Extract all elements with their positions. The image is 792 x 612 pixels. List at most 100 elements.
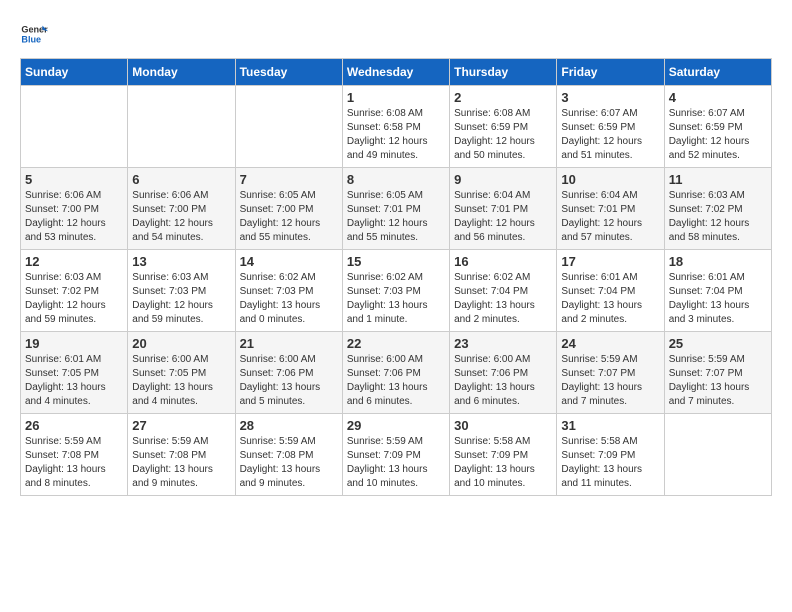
calendar-week-row: 12 Sunrise: 6:03 AM Sunset: 7:02 PM Dayli… bbox=[21, 250, 772, 332]
day-number: 14 bbox=[240, 254, 338, 269]
calendar-cell: 19Sunrise: 6:01 AM Sunset: 7:05 PM Dayli… bbox=[21, 332, 128, 414]
day-info: Sunrise: 6:01 AM Sunset: 7:05 PM Dayligh… bbox=[25, 353, 123, 409]
day-number: 1 bbox=[347, 90, 445, 105]
day-info: Sunrise: 6:01 AM Sunset: 7:04 PM Dayligh… bbox=[669, 271, 767, 327]
day-number: 6 bbox=[132, 172, 230, 187]
day-number: 4 bbox=[669, 90, 767, 105]
calendar-cell: 20 Sunrise: 6:00 AM Sunset: 7:05 PM Dayli… bbox=[128, 332, 235, 414]
calendar-cell: 28 Sunrise: 5:59 AM Sunset: 7:08 PM Dayli… bbox=[235, 414, 342, 496]
calendar-cell: 21 Sunrise: 6:00 AM Sunset: 7:06 PM Dayli… bbox=[235, 332, 342, 414]
calendar-cell bbox=[21, 86, 128, 168]
day-info: Sunrise: 6:00 AM Sunset: 7:06 PM Dayligh… bbox=[454, 353, 552, 409]
day-info: Sunrise: 6:07 AM Sunset: 6:59 PM Dayligh… bbox=[561, 107, 659, 163]
calendar-cell: 3 Sunrise: 6:07 AM Sunset: 6:59 PM Daylig… bbox=[557, 86, 664, 168]
day-info: Sunrise: 6:03 AM Sunset: 7:02 PM Dayligh… bbox=[25, 271, 123, 327]
calendar-cell: 15 Sunrise: 6:02 AM Sunset: 7:03 PM Dayli… bbox=[342, 250, 449, 332]
calendar-cell: 29Sunrise: 5:59 AM Sunset: 7:09 PM Dayli… bbox=[342, 414, 449, 496]
logo-icon: General Blue bbox=[20, 20, 48, 48]
calendar-cell bbox=[235, 86, 342, 168]
day-info: Sunrise: 5:58 AM Sunset: 7:09 PM Dayligh… bbox=[561, 435, 659, 491]
calendar-cell: 30Sunrise: 5:58 AM Sunset: 7:09 PM Dayli… bbox=[450, 414, 557, 496]
calendar-week-row: 1 Sunrise: 6:08 AM Sunset: 6:58 PM Daylig… bbox=[21, 86, 772, 168]
day-info: Sunrise: 6:07 AM Sunset: 6:59 PM Dayligh… bbox=[669, 107, 767, 163]
calendar-week-row: 26 Sunrise: 5:59 AM Sunset: 7:08 PM Dayli… bbox=[21, 414, 772, 496]
day-info: Sunrise: 6:04 AM Sunset: 7:01 PM Dayligh… bbox=[561, 189, 659, 245]
calendar-cell: 2Sunrise: 6:08 AM Sunset: 6:59 PM Daylig… bbox=[450, 86, 557, 168]
logo: General Blue bbox=[20, 20, 48, 48]
calendar-cell: 31 Sunrise: 5:58 AM Sunset: 7:09 PM Dayli… bbox=[557, 414, 664, 496]
day-number: 16 bbox=[454, 254, 552, 269]
day-info: Sunrise: 6:06 AM Sunset: 7:00 PM Dayligh… bbox=[132, 189, 230, 245]
calendar-week-row: 5 Sunrise: 6:06 AM Sunset: 7:00 PM Daylig… bbox=[21, 168, 772, 250]
day-number: 22 bbox=[347, 336, 445, 351]
day-number: 24 bbox=[561, 336, 659, 351]
day-info: Sunrise: 6:00 AM Sunset: 7:06 PM Dayligh… bbox=[347, 353, 445, 409]
day-number: 2 bbox=[454, 90, 552, 105]
day-number: 12 bbox=[25, 254, 123, 269]
day-number: 3 bbox=[561, 90, 659, 105]
calendar-cell bbox=[664, 414, 771, 496]
day-number: 21 bbox=[240, 336, 338, 351]
day-number: 28 bbox=[240, 418, 338, 433]
calendar-table: Sunday Monday Tuesday Wednesday Thursday… bbox=[20, 58, 772, 496]
calendar-cell: 7Sunrise: 6:05 AM Sunset: 7:00 PM Daylig… bbox=[235, 168, 342, 250]
day-number: 15 bbox=[347, 254, 445, 269]
day-info: Sunrise: 6:00 AM Sunset: 7:06 PM Dayligh… bbox=[240, 353, 338, 409]
header-monday: Monday bbox=[128, 59, 235, 86]
day-info: Sunrise: 6:03 AM Sunset: 7:03 PM Dayligh… bbox=[132, 271, 230, 327]
day-number: 10 bbox=[561, 172, 659, 187]
header-friday: Friday bbox=[557, 59, 664, 86]
day-info: Sunrise: 6:02 AM Sunset: 7:03 PM Dayligh… bbox=[240, 271, 338, 327]
svg-text:Blue: Blue bbox=[21, 34, 41, 44]
page-header: General Blue bbox=[20, 20, 772, 48]
calendar-cell: 12 Sunrise: 6:03 AM Sunset: 7:02 PM Dayli… bbox=[21, 250, 128, 332]
calendar-cell: 13Sunrise: 6:03 AM Sunset: 7:03 PM Dayli… bbox=[128, 250, 235, 332]
calendar-cell: 16 Sunrise: 6:02 AM Sunset: 7:04 PM Dayli… bbox=[450, 250, 557, 332]
day-number: 25 bbox=[669, 336, 767, 351]
day-number: 11 bbox=[669, 172, 767, 187]
day-info: Sunrise: 5:59 AM Sunset: 7:07 PM Dayligh… bbox=[669, 353, 767, 409]
calendar-cell: 1 Sunrise: 6:08 AM Sunset: 6:58 PM Daylig… bbox=[342, 86, 449, 168]
calendar-cell: 10 Sunrise: 6:04 AM Sunset: 7:01 PM Dayli… bbox=[557, 168, 664, 250]
day-number: 31 bbox=[561, 418, 659, 433]
day-number: 18 bbox=[669, 254, 767, 269]
day-number: 17 bbox=[561, 254, 659, 269]
day-info: Sunrise: 6:01 AM Sunset: 7:04 PM Dayligh… bbox=[561, 271, 659, 327]
day-info: Sunrise: 5:59 AM Sunset: 7:08 PM Dayligh… bbox=[132, 435, 230, 491]
calendar-cell: 27 Sunrise: 5:59 AM Sunset: 7:08 PM Dayli… bbox=[128, 414, 235, 496]
calendar-cell: 9Sunrise: 6:04 AM Sunset: 7:01 PM Daylig… bbox=[450, 168, 557, 250]
day-info: Sunrise: 5:59 AM Sunset: 7:07 PM Dayligh… bbox=[561, 353, 659, 409]
day-info: Sunrise: 6:05 AM Sunset: 7:01 PM Dayligh… bbox=[347, 189, 445, 245]
day-number: 5 bbox=[25, 172, 123, 187]
header-wednesday: Wednesday bbox=[342, 59, 449, 86]
calendar-cell: 5 Sunrise: 6:06 AM Sunset: 7:00 PM Daylig… bbox=[21, 168, 128, 250]
day-number: 26 bbox=[25, 418, 123, 433]
day-number: 8 bbox=[347, 172, 445, 187]
day-number: 23 bbox=[454, 336, 552, 351]
calendar-cell: 11 Sunrise: 6:03 AM Sunset: 7:02 PM Dayli… bbox=[664, 168, 771, 250]
calendar-cell: 25 Sunrise: 5:59 AM Sunset: 7:07 PM Dayli… bbox=[664, 332, 771, 414]
calendar-cell: 22 Sunrise: 6:00 AM Sunset: 7:06 PM Dayli… bbox=[342, 332, 449, 414]
calendar-cell: 23 Sunrise: 6:00 AM Sunset: 7:06 PM Dayli… bbox=[450, 332, 557, 414]
day-info: Sunrise: 6:08 AM Sunset: 6:58 PM Dayligh… bbox=[347, 107, 445, 163]
day-info: Sunrise: 6:04 AM Sunset: 7:01 PM Dayligh… bbox=[454, 189, 552, 245]
day-info: Sunrise: 6:00 AM Sunset: 7:05 PM Dayligh… bbox=[132, 353, 230, 409]
day-info: Sunrise: 5:59 AM Sunset: 7:08 PM Dayligh… bbox=[25, 435, 123, 491]
day-info: Sunrise: 6:02 AM Sunset: 7:03 PM Dayligh… bbox=[347, 271, 445, 327]
calendar-week-row: 19Sunrise: 6:01 AM Sunset: 7:05 PM Dayli… bbox=[21, 332, 772, 414]
day-info: Sunrise: 6:02 AM Sunset: 7:04 PM Dayligh… bbox=[454, 271, 552, 327]
day-number: 7 bbox=[240, 172, 338, 187]
calendar-cell: 17 Sunrise: 6:01 AM Sunset: 7:04 PM Dayli… bbox=[557, 250, 664, 332]
day-number: 20 bbox=[132, 336, 230, 351]
day-info: Sunrise: 6:06 AM Sunset: 7:00 PM Dayligh… bbox=[25, 189, 123, 245]
calendar-cell: 8 Sunrise: 6:05 AM Sunset: 7:01 PM Daylig… bbox=[342, 168, 449, 250]
day-info: Sunrise: 5:59 AM Sunset: 7:08 PM Dayligh… bbox=[240, 435, 338, 491]
calendar-cell: 14 Sunrise: 6:02 AM Sunset: 7:03 PM Dayli… bbox=[235, 250, 342, 332]
day-number: 27 bbox=[132, 418, 230, 433]
header-tuesday: Tuesday bbox=[235, 59, 342, 86]
header-thursday: Thursday bbox=[450, 59, 557, 86]
calendar-cell: 24 Sunrise: 5:59 AM Sunset: 7:07 PM Dayli… bbox=[557, 332, 664, 414]
day-info: Sunrise: 6:03 AM Sunset: 7:02 PM Dayligh… bbox=[669, 189, 767, 245]
calendar-cell: 6 Sunrise: 6:06 AM Sunset: 7:00 PM Daylig… bbox=[128, 168, 235, 250]
days-of-week-row: Sunday Monday Tuesday Wednesday Thursday… bbox=[21, 59, 772, 86]
